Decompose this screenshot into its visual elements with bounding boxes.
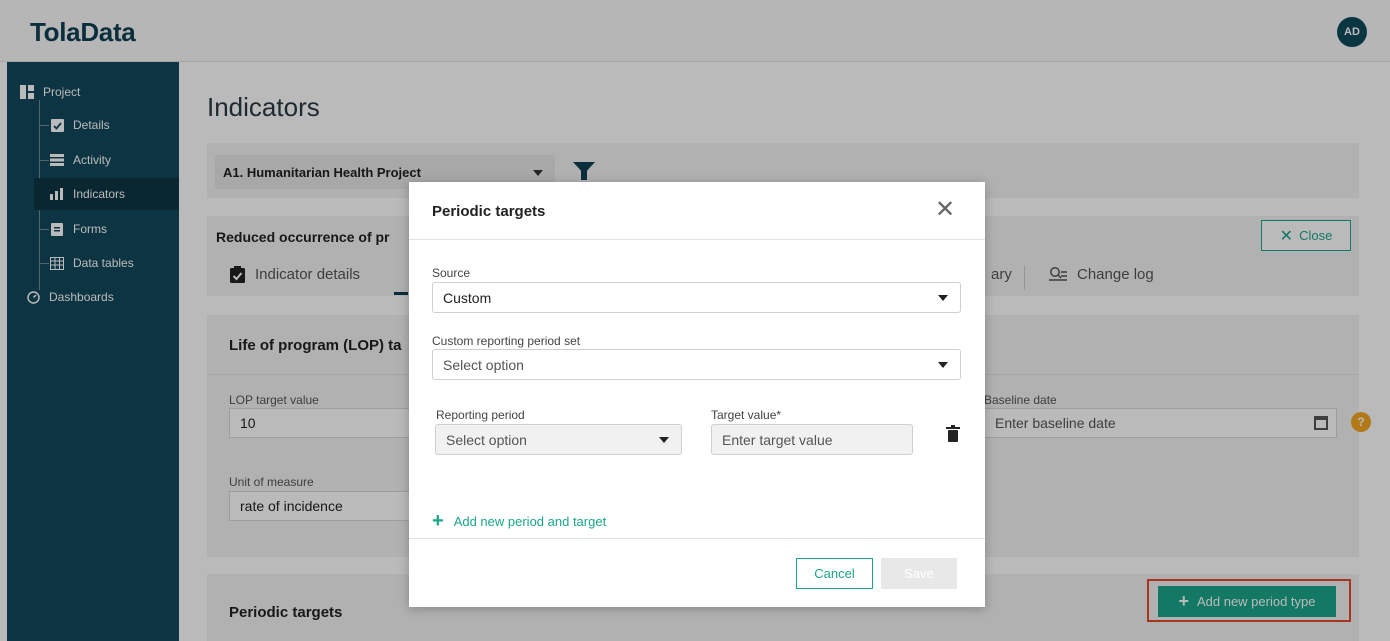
target-value-label: Target value* bbox=[711, 408, 782, 422]
reporting-period-label: Reporting period bbox=[436, 408, 525, 422]
source-value: Custom bbox=[443, 289, 492, 306]
chevron-down-icon bbox=[938, 295, 948, 301]
chevron-down-icon bbox=[938, 362, 948, 368]
custom-period-set-label: Custom reporting period set bbox=[432, 334, 581, 348]
custom-period-set-select[interactable]: Select option bbox=[432, 349, 961, 380]
source-label: Source bbox=[432, 266, 471, 280]
save-button[interactable]: Save bbox=[881, 558, 957, 589]
add-period-target-label: Add new period and target bbox=[453, 513, 607, 529]
periodic-targets-modal: Periodic targets ✕ Source Custom Custom … bbox=[409, 182, 985, 607]
reporting-period-select[interactable]: Select option bbox=[435, 424, 682, 455]
close-icon[interactable]: ✕ bbox=[935, 198, 955, 222]
cancel-button[interactable]: Cancel bbox=[796, 558, 873, 589]
chevron-down-icon bbox=[659, 437, 669, 443]
target-value-placeholder: Enter target value bbox=[722, 431, 833, 448]
target-value-input[interactable]: Enter target value bbox=[711, 424, 913, 455]
trash-icon[interactable] bbox=[946, 425, 960, 442]
modal-title: Periodic targets bbox=[432, 203, 546, 220]
plus-icon: + bbox=[432, 510, 444, 532]
custom-period-set-placeholder: Select option bbox=[443, 356, 524, 373]
source-select[interactable]: Custom bbox=[432, 282, 961, 313]
modal-header: Periodic targets ✕ bbox=[409, 182, 985, 240]
reporting-period-placeholder: Select option bbox=[446, 431, 527, 448]
modal-footer-divider bbox=[409, 538, 985, 539]
add-period-target-link[interactable]: + Add new period and target bbox=[432, 511, 606, 531]
